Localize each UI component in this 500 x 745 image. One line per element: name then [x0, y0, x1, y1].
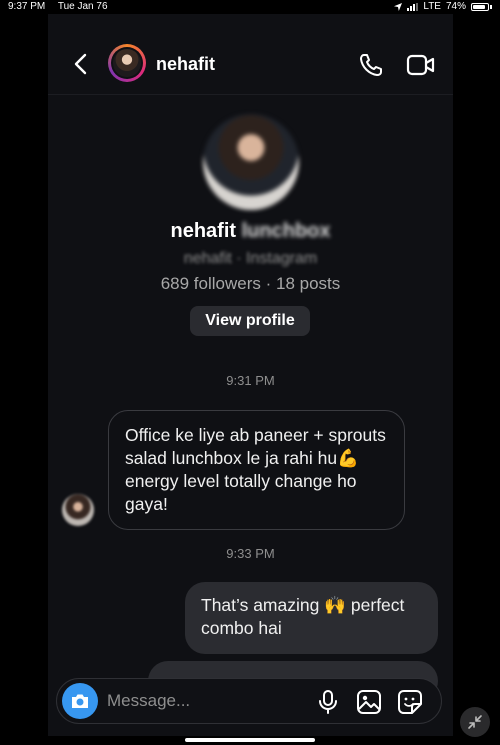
shrink-button[interactable]: [460, 707, 490, 737]
sender-avatar[interactable]: [62, 494, 94, 526]
chat-header: nehafit: [48, 14, 453, 95]
timestamp: 9:33 PM: [226, 546, 275, 561]
video-icon[interactable]: [406, 52, 436, 78]
outgoing-message[interactable]: That’s amazing 🙌 perfect combo hai: [185, 582, 438, 654]
header-username[interactable]: nehafit: [156, 54, 215, 75]
view-profile-button[interactable]: View profile: [190, 306, 310, 336]
network-label: LTE: [423, 1, 441, 12]
sticker-icon[interactable]: [397, 689, 423, 715]
camera-icon: [72, 694, 88, 708]
chat-window: nehafit nehafit lunchbox nehafit · Insta…: [48, 14, 453, 736]
status-date: Tue Jan 76: [57, 1, 108, 12]
camera-button[interactable]: [62, 683, 98, 719]
profile-name-suffix: lunchbox: [241, 220, 331, 242]
profile-name: nehafit lunchbox: [170, 220, 331, 242]
incoming-message[interactable]: Office ke liye ab paneer + sprouts salad…: [108, 410, 405, 530]
gallery-icon[interactable]: [356, 689, 382, 715]
status-time: 9:37 PM: [8, 1, 46, 12]
profile-subline: nehafit · Instagram: [183, 250, 318, 267]
flexed-biceps-emoji: 💪: [337, 448, 359, 468]
signal-icon: [407, 2, 419, 11]
microphone-icon[interactable]: [315, 689, 341, 715]
timestamp: 9:31 PM: [226, 373, 275, 388]
battery-icon: [471, 2, 489, 11]
status-bar: 9:37 PM Tue Jan 76 LTE 74%: [0, 0, 500, 14]
shrink-icon: [468, 715, 482, 729]
message-input[interactable]: [107, 688, 287, 714]
header-avatar[interactable]: [108, 44, 146, 82]
phone-icon[interactable]: [358, 52, 384, 78]
back-arrow-icon[interactable]: [70, 52, 92, 76]
message-composer: [56, 678, 442, 724]
raising-hands-emoji: 🙌: [324, 595, 347, 615]
battery-percent: 74%: [445, 1, 466, 12]
location-icon: [394, 2, 403, 11]
profile-photo[interactable]: [203, 114, 299, 210]
home-indicator[interactable]: [185, 738, 315, 742]
profile-stats: 689 followers · 18 posts: [160, 274, 341, 293]
